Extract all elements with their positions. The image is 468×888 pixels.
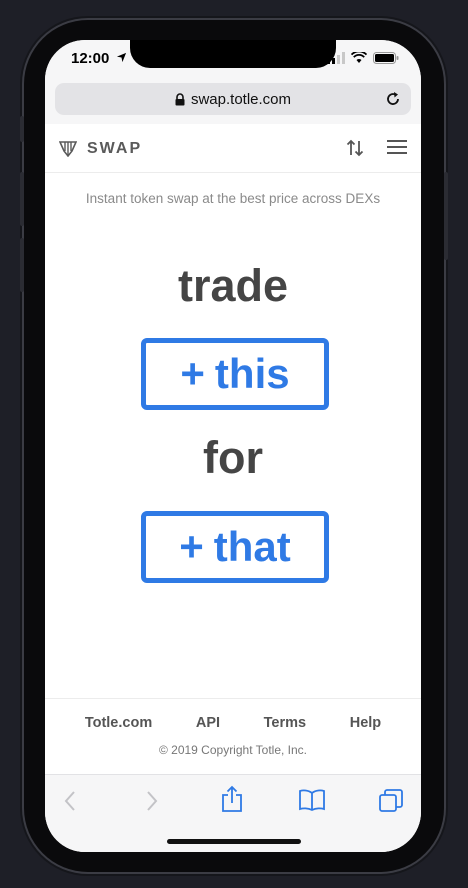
safari-top-bar: 12:00 swap.totle.com (45, 40, 421, 125)
footer-link-terms[interactable]: Terms (264, 715, 306, 731)
status-time-text: 12:00 (71, 50, 110, 67)
power-button (444, 172, 448, 260)
home-indicator[interactable] (167, 839, 301, 844)
tagline: Instant token swap at the best price acr… (85, 191, 381, 206)
safari-toolbar (45, 774, 421, 852)
hamburger-menu-icon[interactable] (387, 139, 407, 155)
footer-link-api[interactable]: API (196, 715, 220, 731)
plus-icon: + (180, 350, 205, 397)
swap-logo[interactable]: SWAP (59, 140, 142, 158)
select-that-token-button[interactable]: + that (141, 511, 329, 583)
for-heading: for (203, 432, 263, 483)
volume-up-button (20, 172, 24, 226)
phone-screen: 12:00 swap.totle.com SWAP Instant token … (45, 40, 421, 852)
share-icon[interactable] (221, 785, 243, 813)
notch (130, 40, 336, 68)
plus-icon: + (179, 523, 204, 570)
forward-chevron-icon[interactable] (145, 789, 159, 813)
that-button-label: that (213, 523, 291, 570)
footer-links: Totle.com API Terms Help (45, 715, 421, 731)
this-button-label: this (214, 350, 290, 397)
footer-link-totle[interactable]: Totle.com (85, 715, 152, 731)
trade-heading: trade (177, 260, 289, 311)
tabs-icon[interactable] (379, 789, 403, 813)
status-icons (327, 52, 399, 64)
logo-text: SWAP (87, 140, 143, 157)
lock-icon (175, 92, 185, 105)
copyright-text: © 2019 Copyright Totle, Inc. (158, 743, 308, 757)
address-bar[interactable]: swap.totle.com (55, 83, 411, 115)
back-chevron-icon[interactable] (63, 789, 77, 813)
battery-icon (373, 52, 399, 64)
reload-icon[interactable] (385, 91, 401, 107)
wifi-icon (351, 52, 367, 63)
volume-down-button (20, 238, 24, 292)
totle-logo-icon (59, 141, 77, 157)
footer-link-help[interactable]: Help (350, 715, 381, 731)
bookmarks-icon[interactable] (299, 789, 325, 811)
site-header: SWAP (45, 124, 421, 173)
signal-bars-icon (327, 52, 345, 64)
mute-switch (20, 116, 24, 142)
swap-arrows-icon[interactable] (345, 138, 365, 158)
location-arrow-icon (116, 52, 126, 63)
site-footer: Totle.com API Terms Help © 2019 Copyrigh… (45, 698, 421, 775)
status-time: 12:00 (71, 50, 127, 67)
url-text: swap.totle.com (190, 90, 292, 108)
select-this-token-button[interactable]: + this (141, 338, 329, 410)
